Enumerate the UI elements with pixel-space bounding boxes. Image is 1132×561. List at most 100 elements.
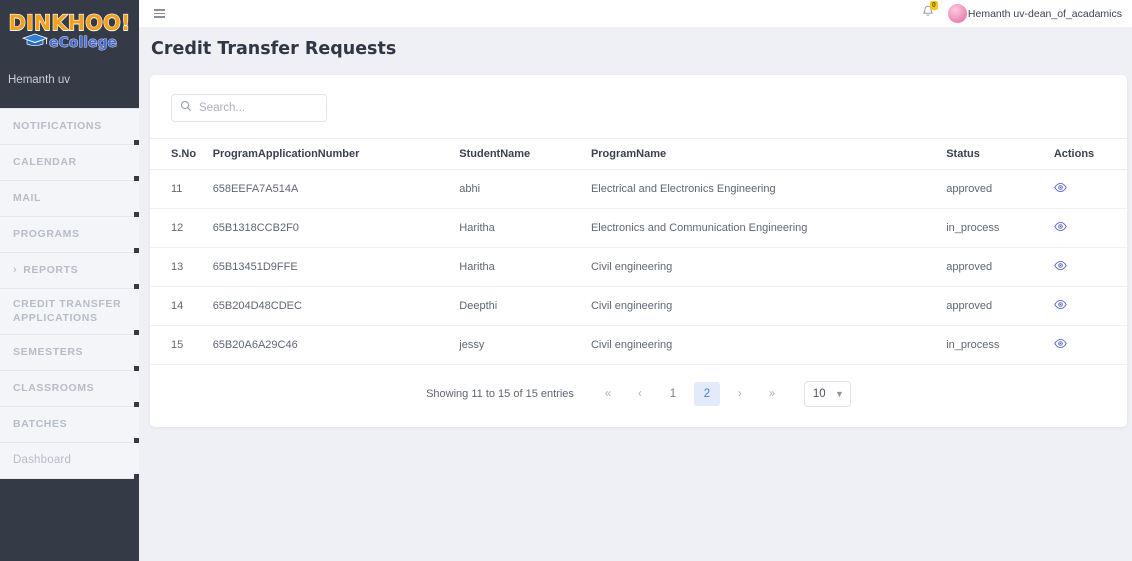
chevron-down-icon: ▼ bbox=[834, 389, 844, 399]
credit-transfer-card: S.No ProgramApplicationNumber StudentNam… bbox=[150, 75, 1127, 427]
column-header-sno[interactable]: S.No bbox=[150, 138, 213, 170]
table-row: 11 658EEFA7A514A abhi Electrical and Electr… bbox=[150, 169, 1127, 209]
cell-actions bbox=[1053, 325, 1127, 365]
table-header-row: S.No ProgramApplicationNumber StudentNam… bbox=[150, 138, 1127, 170]
eye-icon[interactable] bbox=[1054, 299, 1067, 310]
cell-actions bbox=[1053, 208, 1127, 248]
topbar: 0 Hemanth uv-dean_of_acadamics bbox=[139, 0, 1132, 27]
table-row: 15 65B20A6A29C46 jessy Civil engineering in_… bbox=[150, 325, 1127, 365]
cell-actions bbox=[1053, 286, 1127, 326]
main-content: Credit Transfer Requests S.No bbox=[139, 27, 1132, 561]
eye-icon[interactable] bbox=[1054, 182, 1067, 193]
notification-badge: 0 bbox=[929, 0, 938, 10]
pagination-page-2[interactable]: 2 bbox=[693, 382, 720, 406]
eye-icon[interactable] bbox=[1054, 338, 1067, 349]
table-row: 13 65B13451D9FFE Haritha Civil engineering a… bbox=[150, 247, 1127, 287]
table-head: S.No ProgramApplicationNumber StudentNam… bbox=[150, 138, 1127, 170]
cell-application-number: 658EEFA7A514A bbox=[212, 169, 460, 209]
cell-student-name: Haritha bbox=[459, 208, 591, 248]
cell-program-name: Electronics and Communication Engineerin… bbox=[590, 208, 947, 248]
card-toolbar bbox=[150, 75, 1127, 138]
sidebar-item-label: SEMESTERS bbox=[13, 345, 84, 358]
sidebar-item-calendar[interactable]: CALENDAR bbox=[0, 145, 139, 181]
pagination-next-button[interactable]: › bbox=[728, 382, 752, 406]
sidebar-item-classrooms[interactable]: CLASSROOMS bbox=[0, 371, 139, 407]
cell-status: approved bbox=[946, 286, 1054, 326]
sidebar-item-batches[interactable]: BATCHES bbox=[0, 407, 139, 443]
table-row: 14 65B204D48CDEC Deepthi Civil engineering a… bbox=[150, 286, 1127, 326]
sidebar-item-label: BATCHES bbox=[13, 417, 68, 430]
sidebar-item-semesters[interactable]: SEMESTERS bbox=[0, 335, 139, 371]
chevron-right-icon: › bbox=[13, 264, 18, 276]
cell-sno: 12 bbox=[150, 208, 213, 248]
cell-status: in_process bbox=[946, 325, 1054, 365]
sidebar-user-name: Hemanth uv bbox=[8, 74, 71, 86]
hamburger-icon[interactable] bbox=[151, 6, 168, 21]
avatar bbox=[947, 4, 967, 23]
cell-sno: 11 bbox=[150, 169, 213, 209]
cell-actions bbox=[1053, 169, 1127, 209]
logo-title: DINKHOO! bbox=[8, 11, 131, 35]
cell-status: approved bbox=[946, 169, 1054, 209]
cell-application-number: 65B20A6A29C46 bbox=[212, 325, 460, 365]
cell-application-number: 65B204D48CDEC bbox=[212, 286, 460, 326]
cell-application-number: 65B1318CCB2F0 bbox=[212, 208, 460, 248]
sidebar-item-reports[interactable]: › REPORTS bbox=[0, 253, 139, 289]
cell-actions bbox=[1053, 247, 1127, 287]
cell-sno: 14 bbox=[150, 286, 213, 326]
cell-sno: 15 bbox=[150, 325, 213, 365]
pagination-first-button[interactable]: « bbox=[596, 382, 620, 406]
sidebar: DINKHOO! eCollege Hemanth uv NOTIFICATIO… bbox=[0, 0, 139, 561]
app-logo[interactable]: DINKHOO! eCollege bbox=[0, 0, 139, 62]
pagination-last-button[interactable]: » bbox=[760, 382, 784, 406]
sidebar-item-label: NOTIFICATIONS bbox=[13, 119, 102, 132]
cell-program-name: Civil engineering bbox=[590, 247, 947, 287]
table-row: 12 65B1318CCB2F0 Haritha Electronics and Co… bbox=[150, 208, 1127, 248]
column-header-actions: Actions bbox=[1053, 138, 1127, 170]
sidebar-item-programs[interactable]: PROGRAMS bbox=[0, 217, 139, 253]
cell-program-name: Civil engineering bbox=[590, 286, 947, 326]
sidebar-item-credit-transfer-applications[interactable]: CREDIT TRANSFER APPLICATIONS bbox=[0, 289, 139, 335]
page-title: Credit Transfer Requests bbox=[151, 39, 397, 59]
sidebar-item-notifications[interactable]: NOTIFICATIONS bbox=[0, 109, 139, 145]
app-root: DINKHOO! eCollege Hemanth uv NOTIFICATIO… bbox=[0, 0, 1132, 561]
cell-student-name: jessy bbox=[459, 325, 591, 365]
cell-student-name: Deepthi bbox=[459, 286, 591, 326]
logo-subtitle: eCollege bbox=[49, 35, 118, 51]
cell-student-name: abhi bbox=[459, 169, 591, 209]
page-size-value: 10 bbox=[812, 388, 826, 400]
cell-program-name: Civil engineering bbox=[590, 325, 947, 365]
pagination: Showing 11 to 15 of 15 entries « ‹ 1 2 ›… bbox=[150, 365, 1127, 421]
sidebar-item-dashboard[interactable]: Dashboard bbox=[0, 443, 139, 479]
column-header-student[interactable]: StudentName bbox=[459, 138, 591, 170]
sidebar-item-label: CALENDAR bbox=[13, 155, 77, 168]
pagination-prev-button[interactable]: ‹ bbox=[628, 382, 652, 406]
sidebar-item-label: Dashboard bbox=[13, 454, 72, 467]
cell-application-number: 65B13451D9FFE bbox=[212, 247, 460, 287]
column-header-appnum[interactable]: ProgramApplicationNumber bbox=[212, 138, 460, 170]
sidebar-item-label: MAIL bbox=[13, 191, 42, 204]
pagination-page-1[interactable]: 1 bbox=[660, 382, 686, 406]
eye-icon[interactable] bbox=[1054, 260, 1067, 271]
graduation-cap-icon bbox=[21, 33, 49, 53]
pagination-info: Showing 11 to 15 of 15 entries bbox=[426, 388, 574, 400]
eye-icon[interactable] bbox=[1054, 221, 1067, 232]
sidebar-item-mail[interactable]: MAIL bbox=[0, 181, 139, 217]
sidebar-item-label: REPORTS bbox=[23, 263, 79, 276]
user-menu[interactable]: Hemanth uv-dean_of_acadamics bbox=[947, 4, 1122, 23]
sidebar-item-label: CLASSROOMS bbox=[13, 381, 95, 394]
sidebar-item-label: CREDIT TRANSFER APPLICATIONS bbox=[13, 298, 122, 324]
column-header-status[interactable]: Status bbox=[946, 138, 1054, 170]
search-input[interactable] bbox=[199, 102, 309, 114]
notifications-button[interactable]: 0 bbox=[922, 0, 938, 23]
sidebar-item-label: PROGRAMS bbox=[13, 227, 80, 240]
search-box[interactable] bbox=[171, 94, 327, 122]
cell-student-name: Haritha bbox=[459, 247, 591, 287]
cell-sno: 13 bbox=[150, 247, 213, 287]
cell-status: approved bbox=[946, 247, 1054, 287]
column-header-program[interactable]: ProgramName bbox=[590, 138, 947, 170]
credit-transfer-table: S.No ProgramApplicationNumber StudentNam… bbox=[150, 138, 1127, 365]
cell-program-name: Electrical and Electronics Engineering bbox=[590, 169, 947, 209]
page-size-select[interactable]: 10 ▼ bbox=[803, 381, 851, 407]
search-icon bbox=[180, 99, 192, 117]
